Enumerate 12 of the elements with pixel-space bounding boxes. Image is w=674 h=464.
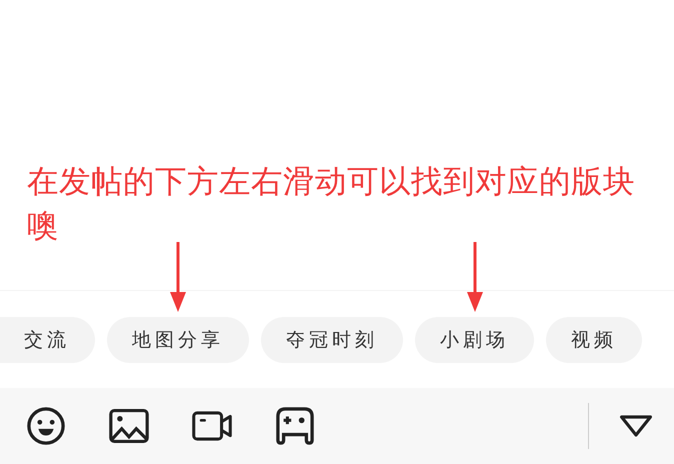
section-chip[interactable]: 夺冠时刻 [261,317,403,363]
section-chip[interactable]: 地图分享 [107,317,249,363]
arrow-icon [170,242,186,312]
annotation-text: 在发帖的下方左右滑动可以找到对应的版块噢 [27,163,636,246]
gamepad-icon[interactable] [275,407,315,445]
arrow-icon [466,242,482,312]
image-icon[interactable] [109,407,149,445]
collapse-icon[interactable] [618,413,654,439]
section-chip[interactable]: 视频 [546,317,642,363]
smiley-icon[interactable] [26,407,66,445]
section-chip[interactable]: 小剧场 [415,317,534,363]
section-chip[interactable]: 交流 [0,317,95,363]
